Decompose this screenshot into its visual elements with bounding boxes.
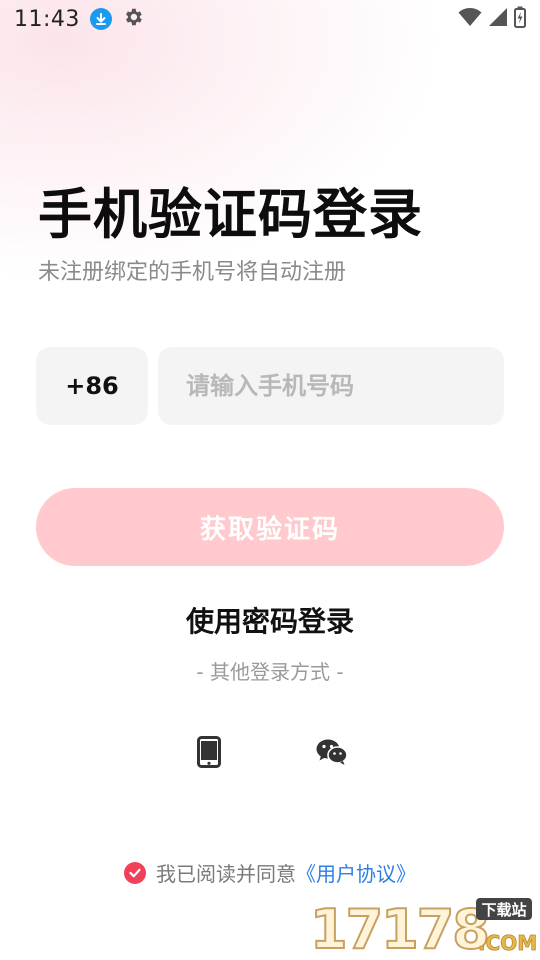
download-icon: [89, 8, 112, 30]
watermark-logo: 17178 下载站 .COM: [309, 897, 536, 958]
agreement-row: 我已阅读并同意 《用户协议》: [0, 858, 540, 887]
get-code-button[interactable]: 获取验证码: [36, 488, 504, 566]
gear-icon: [122, 6, 144, 32]
other-login-methods-label: - 其他登录方式 -: [196, 660, 344, 684]
phone-icon[interactable]: [187, 730, 231, 774]
watermark-brand: 17178: [310, 898, 488, 958]
phone-input[interactable]: [158, 347, 504, 425]
wifi-icon: [458, 7, 482, 31]
country-code-selector[interactable]: +86: [36, 347, 148, 425]
watermark-badge: 下载站: [481, 901, 526, 919]
watermark-suffix: .COM: [478, 931, 536, 955]
status-bar-left: 11:43: [14, 6, 144, 32]
status-time: 11:43: [14, 6, 80, 32]
page-title: 手机验证码登录: [38, 183, 423, 246]
user-agreement-link[interactable]: 《用户协议》: [296, 858, 416, 887]
status-bar: 11:43: [0, 0, 540, 38]
agreement-text: 我已阅读并同意: [156, 862, 296, 886]
page-subtitle: 未注册绑定的手机号将自动注册: [38, 260, 347, 285]
status-bar-right: [458, 6, 526, 32]
password-login-link[interactable]: 使用密码登录: [0, 600, 540, 640]
battery-icon: [514, 6, 526, 32]
signal-icon: [488, 7, 508, 31]
agreement-checkbox[interactable]: [124, 861, 146, 884]
wechat-icon[interactable]: [310, 730, 354, 774]
